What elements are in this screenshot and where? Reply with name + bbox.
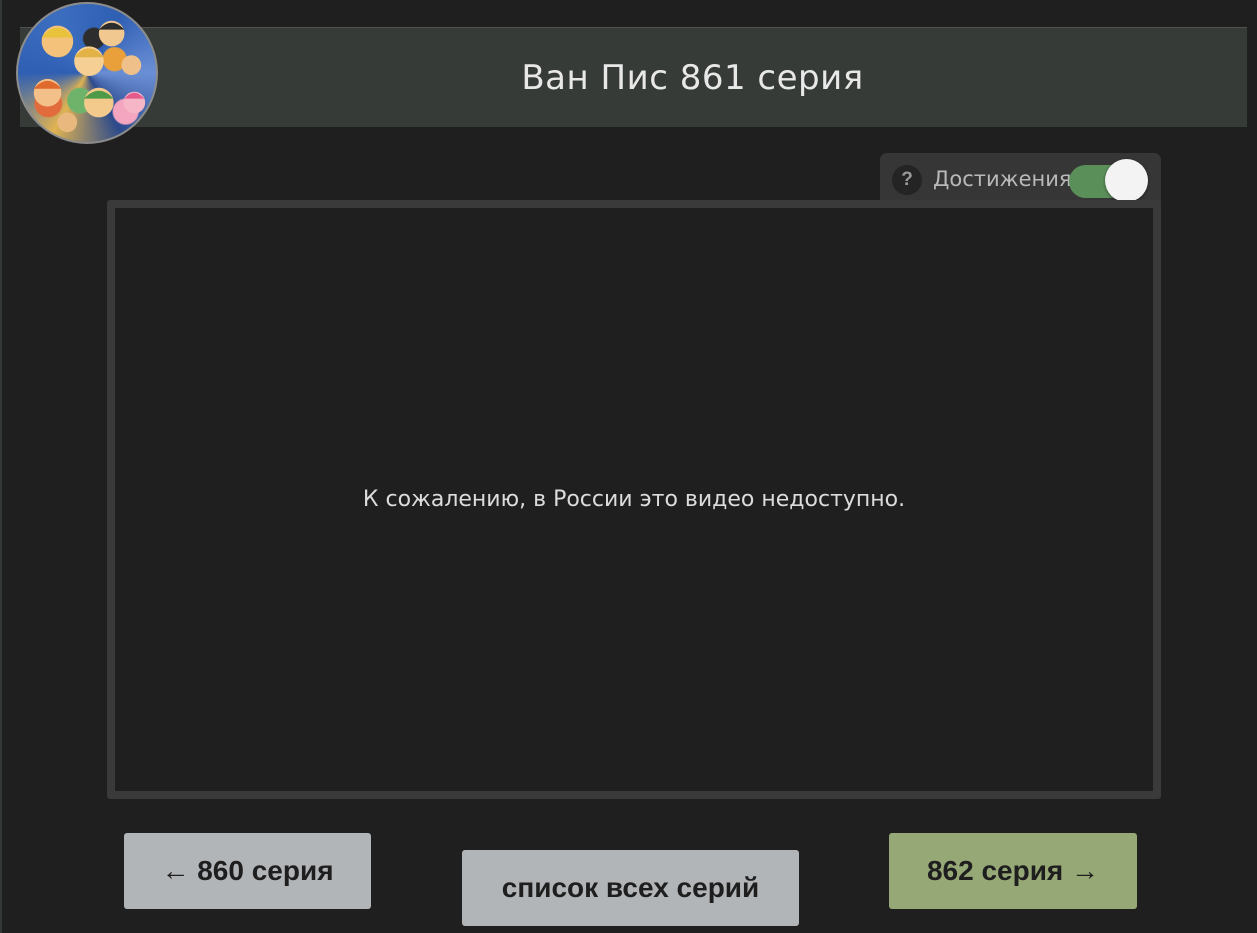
episode-list-button[interactable]: список всех серий — [462, 850, 799, 926]
next-episode-button[interactable]: 862 серия → — [889, 833, 1137, 909]
page-title: Ван Пис 861 серия — [521, 57, 864, 98]
prev-episode-button[interactable]: ← 860 серия — [124, 833, 371, 909]
page: Ван Пис 861 серия ? Достижения К сожален… — [0, 0, 1257, 933]
anime-characters-icon — [33, 20, 146, 133]
logo-avatar[interactable] — [16, 2, 158, 144]
header-bar: Ван Пис 861 серия — [20, 27, 1247, 127]
video-player[interactable]: К сожалению, в России это видео недоступ… — [107, 200, 1161, 799]
achievements-label: Достижения — [933, 167, 1072, 191]
achievements-toggle[interactable] — [1069, 159, 1148, 202]
unavailable-message: К сожалению, в России это видео недоступ… — [362, 487, 906, 512]
toggle-knob — [1105, 159, 1148, 202]
help-icon[interactable]: ? — [892, 165, 922, 195]
